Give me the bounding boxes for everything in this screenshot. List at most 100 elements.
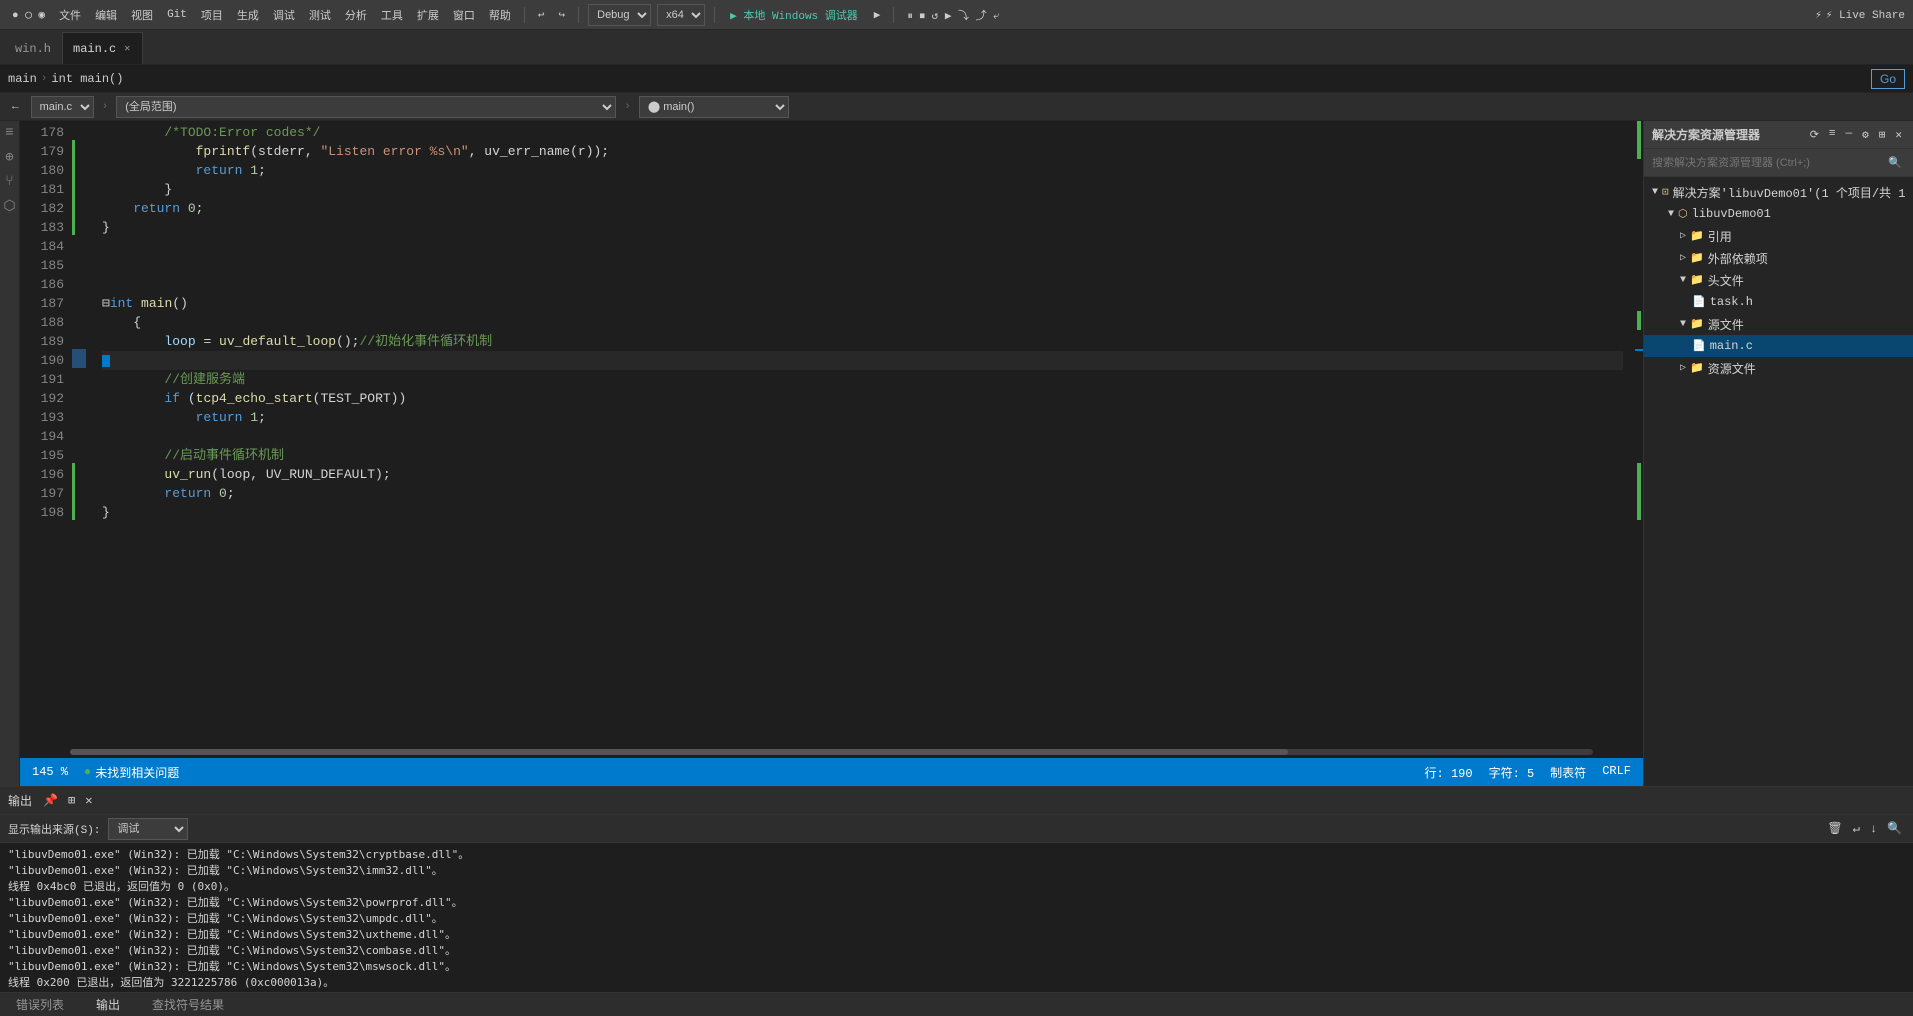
menu-tools[interactable]: 工具	[377, 5, 407, 25]
main-c-label: main.c	[1710, 339, 1753, 353]
debug-config-dropdown[interactable]: Debug	[588, 4, 651, 26]
panel-dock-btn[interactable]: ⊞	[1876, 127, 1889, 143]
output-find-btn[interactable]: 🔍	[1884, 819, 1905, 838]
output-pin-btn[interactable]: 📌	[40, 791, 61, 810]
code-line-182: return 0;	[102, 199, 1623, 218]
status-bar: 145 % ● 未找到相关问题 行: 190 字符: 5 制表符 CRLF	[20, 758, 1643, 786]
search-icon[interactable]: 🔍	[1885, 155, 1905, 171]
ln-181: 181	[28, 180, 64, 199]
output-source-dropdown[interactable]: 调试	[108, 818, 188, 840]
encoding-info[interactable]: CRLF	[1602, 764, 1631, 781]
live-share-btn[interactable]: ⚡ ⚡ Live Share	[1815, 8, 1905, 22]
ref-label: 引用	[1708, 228, 1732, 245]
top-toolbar: ● ◯ ◉ 文件 编辑 视图 Git 项目 生成 调试 测试 分析 工具 扩展 …	[0, 0, 1913, 30]
panel-sync-btn[interactable]: ⟳	[1807, 127, 1822, 143]
redo-btn[interactable]: ↪	[555, 6, 570, 24]
ln-192: 192	[28, 389, 64, 408]
menu-debug[interactable]: 调试	[269, 5, 299, 25]
zoom-level[interactable]: 145 %	[32, 765, 68, 779]
menu-window[interactable]: 窗口	[449, 5, 479, 25]
menu-test[interactable]: 测试	[305, 5, 335, 25]
ln-198: 198	[28, 503, 64, 522]
code-line-178: /*TODO:Error codes*/	[102, 123, 1623, 142]
activity-debug[interactable]: ⬡	[2, 198, 18, 215]
output-scroll-btn[interactable]: ↓	[1867, 820, 1880, 838]
output-tools: 🗑 ↵ ↓ 🔍	[1824, 819, 1905, 838]
breadcrumb-func[interactable]: int main()	[51, 72, 123, 86]
output-word-wrap-btn[interactable]: ↵	[1850, 819, 1863, 838]
hdr-arrow: ▼	[1680, 275, 1686, 286]
menu-git[interactable]: Git	[163, 7, 191, 23]
tree-item-references[interactable]: ▷ 📁 引用	[1644, 225, 1913, 247]
menu-analyze[interactable]: 分析	[341, 5, 371, 25]
output-line: "libuvDemo01.exe" (Win32): 已加载 "C:\Windo…	[8, 927, 1905, 943]
run-sub-btn[interactable]: ▶	[870, 6, 885, 24]
tab-main-c-close[interactable]: ✕	[122, 42, 132, 56]
nav-back[interactable]: ←	[8, 99, 23, 115]
tree-item-task-h[interactable]: 📄 task.h	[1644, 291, 1913, 313]
tree-item-external-deps[interactable]: ▷ 📁 外部依赖项	[1644, 247, 1913, 269]
output-line: "libuvDemo01.exe" (Win32): 已加载 "C:\Windo…	[8, 959, 1905, 975]
h-scrollbar-thumb	[70, 749, 1288, 755]
minimap-area	[1623, 121, 1643, 746]
undo-btn[interactable]: ↩	[534, 6, 549, 24]
tree-item-resources[interactable]: ▷ 📁 资源文件	[1644, 357, 1913, 379]
ln-190: 190	[28, 351, 64, 370]
panel-settings-btn[interactable]: ⚙	[1859, 127, 1872, 143]
goto-button[interactable]: Go	[1871, 69, 1905, 89]
char-info[interactable]: 字符: 5	[1489, 764, 1535, 781]
panel-close-btn[interactable]: ✕	[1892, 127, 1905, 143]
tree-item-sources[interactable]: ▼ 📁 源文件	[1644, 313, 1913, 335]
res-arrow: ▷	[1680, 362, 1686, 374]
tab-output[interactable]: 输出	[88, 994, 128, 1015]
menu-file[interactable]: 文件	[55, 5, 85, 25]
tab-main-c[interactable]: main.c ✕	[62, 32, 143, 64]
tree-item-main-c[interactable]: 📄 main.c	[1644, 335, 1913, 357]
activity-git[interactable]: ⑂	[2, 174, 18, 190]
tab-info[interactable]: 制表符	[1550, 764, 1586, 781]
output-line: "libuvDemo01.exe" (Win32): 已加载 "C:\Windo…	[8, 863, 1905, 879]
code-line-189: loop = uv_default_loop();//初始化事件循环机制	[102, 332, 1623, 351]
menu-help[interactable]: 帮助	[485, 5, 515, 25]
tree-item-headers[interactable]: ▼ 📁 头文件	[1644, 269, 1913, 291]
panel-toolbar: ⟳ ≡ — ⚙ ⊞ ✕	[1807, 127, 1905, 143]
panel-filter-btn[interactable]: ≡	[1826, 127, 1839, 143]
activity-explorer[interactable]: ≡	[2, 125, 18, 141]
toolbar-sep-2	[578, 7, 579, 23]
menu-extensions[interactable]: 扩展	[413, 5, 443, 25]
run-button[interactable]: ▶ 本地 Windows 调试器	[724, 5, 864, 25]
code-line-181: }	[102, 180, 1623, 199]
output-clear-btn[interactable]: 🗑	[1824, 819, 1845, 838]
menu-build[interactable]: 生成	[233, 5, 263, 25]
menu-view[interactable]: 视图	[127, 5, 157, 25]
nav-sep: ›	[102, 101, 109, 113]
menu-project[interactable]: 项目	[197, 5, 227, 25]
nav-file-dropdown[interactable]: main.c	[31, 96, 94, 118]
tab-find-symbol[interactable]: 查找符号结果	[144, 994, 232, 1015]
tree-solution[interactable]: ▼ ⊡ 解决方案'libuvDemo01'(1 个项目/共 1 个)	[1644, 181, 1913, 203]
tab-error-list[interactable]: 错误列表	[8, 994, 72, 1015]
gutter-col	[72, 121, 86, 746]
func-dropdown[interactable]: ⬤ main()	[639, 96, 789, 118]
ln-197: 197	[28, 484, 64, 503]
breadcrumb-location[interactable]: main	[8, 72, 37, 86]
panel-collapse-btn[interactable]: —	[1843, 127, 1856, 143]
h-scrollbar[interactable]	[20, 746, 1643, 758]
code-line-192: if (tcp4_echo_start(TEST_PORT))	[102, 389, 1623, 408]
output-toolbar: 📌 ⊞ ✕	[40, 791, 95, 810]
tab-win-h[interactable]: win.h	[4, 32, 62, 64]
output-close-btn[interactable]: ✕	[82, 791, 95, 810]
arch-dropdown[interactable]: x64	[657, 4, 705, 26]
output-dock-btn[interactable]: ⊞	[65, 791, 78, 810]
tree-project[interactable]: ▼ ⬡ libuvDemo01	[1644, 203, 1913, 225]
output-content[interactable]: "libuvDemo01.exe" (Win32): 已加载 "C:\Windo…	[0, 843, 1913, 992]
window-controls[interactable]: ● ◯ ◉	[8, 6, 49, 24]
scope-dropdown[interactable]: (全局范围)	[116, 96, 616, 118]
search-input[interactable]	[1652, 157, 1885, 169]
menu-edit[interactable]: 编辑	[91, 5, 121, 25]
minimap-green-bar-3	[1637, 463, 1641, 520]
code-editor[interactable]: /*TODO:Error codes*/ fprintf(stderr, "Li…	[86, 121, 1623, 746]
activity-search[interactable]: ⊕	[2, 149, 18, 166]
line-info[interactable]: 行: 190	[1425, 764, 1473, 781]
no-issues[interactable]: ● 未找到相关问题	[84, 764, 179, 781]
